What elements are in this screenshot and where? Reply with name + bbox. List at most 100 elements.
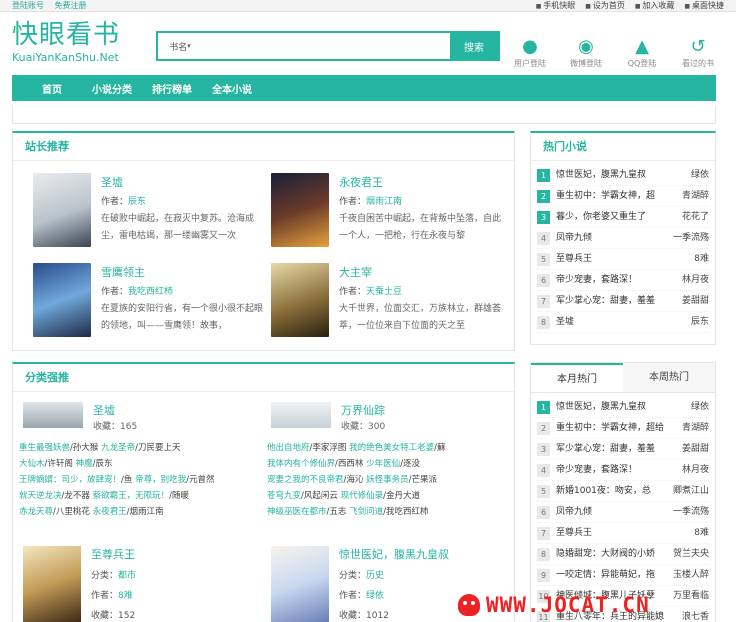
rank-book-author[interactable]: 辰东 [691,312,709,332]
book-link[interactable]: 他出自地府 [267,443,310,453]
rank-book-title[interactable]: 重生初中：学霸女神，超 [556,186,678,206]
login-link[interactable]: 登陆账号 [12,1,44,10]
rank-item[interactable]: 3 军少掌心宠：甜妻，羞羞 姜甜甜 [537,439,709,460]
rank-item[interactable]: 5 新婚1001夜：吻安，总 卿煮江山 [537,481,709,502]
mobile-link[interactable]: 手机快眼 [536,0,575,11]
rank-item[interactable]: 8 圣墟 辰东 [537,312,709,333]
weibo-login-button[interactable]: ◉ 微博登陆 [566,36,606,69]
rank-book-author[interactable]: 浪七香 [682,607,709,622]
rank-book-author[interactable]: 卿煮江山 [673,481,709,501]
rank-book-title[interactable]: 凤帝九倾 [556,228,669,248]
book-thumb[interactable] [271,402,331,428]
rank-book-author[interactable]: 绿依 [691,397,709,417]
book-link[interactable]: 神魔 [76,459,93,469]
rank-book-title[interactable]: 一咬定情：异能萌妃，拖 [556,565,669,585]
author-link[interactable]: /元曾然 [186,475,214,485]
book-thumb[interactable] [23,402,83,428]
rank-book-author[interactable]: 8难 [694,523,709,543]
book-title[interactable]: 圣墟 [101,173,269,193]
rank-item[interactable]: 6 凤帝九倾 一季流殇 [537,502,709,523]
author-link[interactable]: 绿依 [366,591,384,601]
rank-book-title[interactable]: 重生初中：学霸女神，超给 [556,418,678,438]
rank-book-title[interactable]: 隐婚甜宠：大财阀的小娇 [556,544,669,564]
rank-item[interactable]: 2 重生初中：学霸女神，超给 青湖醉 [537,418,709,439]
category-top-book[interactable]: 圣墟 收藏：165 [23,402,263,432]
author-link[interactable]: /西西林 [335,459,363,469]
author-link[interactable]: /随暖 [169,491,189,501]
book-link[interactable]: 九龙圣帝 [101,443,135,453]
qq-login-button[interactable]: ▲ QQ登陆 [622,36,662,69]
author-link[interactable]: /孙大猴 [70,443,98,453]
book-cover[interactable] [23,546,81,622]
rank-item[interactable]: 8 隐婚甜宠：大财阀的小娇 贺兰夫央 [537,544,709,565]
register-link[interactable]: 免费注册 [55,1,87,10]
book-cover[interactable] [33,263,91,337]
book-link[interactable]: 蔡欲霸王，无限玩！ [93,491,170,501]
favorite-link[interactable]: 加入收藏 [635,0,674,11]
recommend-book[interactable]: 雪鹰领主 作者：我吃西红柿 在夏族的安阳行省，有一个很小很不起眼的领地，叫——雪… [33,263,273,343]
rank-item[interactable]: 1 惊世医妃，腹黑九皇叔 绿依 [537,397,709,418]
user-login-button[interactable]: ● 用户登陆 [510,36,550,69]
author-link[interactable]: /许轩阁 [45,459,73,469]
author-link[interactable]: /刀民要上天 [135,443,180,453]
book-link[interactable]: 重生最强妖兽 [19,443,70,453]
recommend-book[interactable]: 圣墟 作者：辰东 在破败中崛起，在寂灭中复苏。沧海成尘，雷电枯竭，那一缕幽雾又一… [33,173,273,253]
rank-book-title[interactable]: 惊世医妃，腹黑九皇叔 [556,397,687,417]
author-link[interactable]: /龙不器 [62,491,90,501]
set-home-link[interactable]: 设为首页 [585,0,625,11]
rank-book-author[interactable]: 一季流殇 [673,502,709,522]
nav-categories[interactable]: 小说分类 [82,81,142,96]
book-link[interactable]: 苍穹九变 [267,491,301,501]
author-link[interactable]: /逐没 [400,459,420,469]
author-link[interactable]: /蘇 [434,443,445,453]
book-link[interactable]: 宠妻之我的不良帝君 [267,475,344,485]
book-link[interactable]: 我体内有个修仙界 [267,459,335,469]
rank-book-author[interactable]: 姜甜甜 [682,439,709,459]
author-link[interactable]: 8难 [118,591,133,601]
rank-book-author[interactable]: 绿依 [691,165,709,185]
book-title[interactable]: 大主宰 [339,263,507,283]
author-link[interactable]: 天蚕土豆 [366,287,402,297]
rank-book-title[interactable]: 帝少宠妻，套路深！ [556,270,678,290]
search-input[interactable] [202,33,450,59]
book-link[interactable]: 少年医仙 [366,459,400,469]
rank-book-author[interactable]: 青湖醉 [682,186,709,206]
rank-book-title[interactable]: 暮少，你老婆又重生了 [556,207,678,227]
book-link[interactable]: 赤龙天尊 [19,507,53,517]
author-link[interactable]: /辰东 [93,459,113,469]
rank-item[interactable]: 5 至尊兵王 8难 [537,249,709,270]
rank-item[interactable]: 7 至尊兵王 8难 [537,523,709,544]
recommend-book[interactable]: 大主宰 作者：天蚕土豆 大千世界，位面交汇，万族林立，群雄荟萃，一位位来自下位面… [271,263,511,343]
rank-book-title[interactable]: 新婚1001夜：吻安，总 [556,481,669,501]
category-top-book[interactable]: 万界仙踪 收藏：300 [271,402,511,432]
author-link[interactable]: 我吃西红柿 [128,287,173,297]
nav-rankings[interactable]: 排行榜单 [142,81,202,96]
book-link[interactable]: 我的绝色美女特工老婆 [349,443,434,453]
book-title[interactable]: 雪鹰领主 [101,263,269,283]
author-link[interactable]: /五志 [327,507,347,517]
author-link[interactable]: /金丹大道 [383,491,420,501]
author-link[interactable]: 烟雨江南 [366,197,402,207]
category-link[interactable]: 都市 [118,571,136,581]
rank-item[interactable]: 1 惊世医妃，腹黑九皇叔 绿依 [537,165,709,186]
rank-book-author[interactable]: 玉楼人醉 [673,565,709,585]
author-link[interactable]: /八里桃花 [53,507,90,517]
rank-item[interactable]: 4 帝少宠妻，套路深！ 林月夜 [537,460,709,481]
book-link[interactable]: 帝尊，别吃我 [135,475,186,485]
book-link[interactable]: 大仙木 [19,459,45,469]
rank-item[interactable]: 6 帝少宠妻，套路深！ 林月夜 [537,270,709,291]
rank-item[interactable]: 4 凤帝九倾 一季流殇 [537,228,709,249]
book-cover[interactable] [271,546,329,622]
rank-book-title[interactable]: 凤帝九倾 [556,502,669,522]
author-link[interactable]: /烟雨江南 [127,507,164,517]
rank-book-author[interactable]: 姜甜甜 [682,291,709,311]
rank-book-author[interactable]: 贺兰夫央 [673,544,709,564]
author-link[interactable]: /我吃西红柿 [383,507,428,517]
book-cover[interactable] [271,173,329,247]
rank-book-author[interactable]: 林月夜 [682,460,709,480]
book-title[interactable]: 圣墟 [93,402,115,418]
book-title[interactable]: 至尊兵王 [91,546,135,562]
tab-monthly-hot[interactable]: 本月热门 [531,363,623,392]
rank-book-author[interactable]: 一季流殇 [673,228,709,248]
book-title[interactable]: 万界仙踪 [341,402,385,418]
